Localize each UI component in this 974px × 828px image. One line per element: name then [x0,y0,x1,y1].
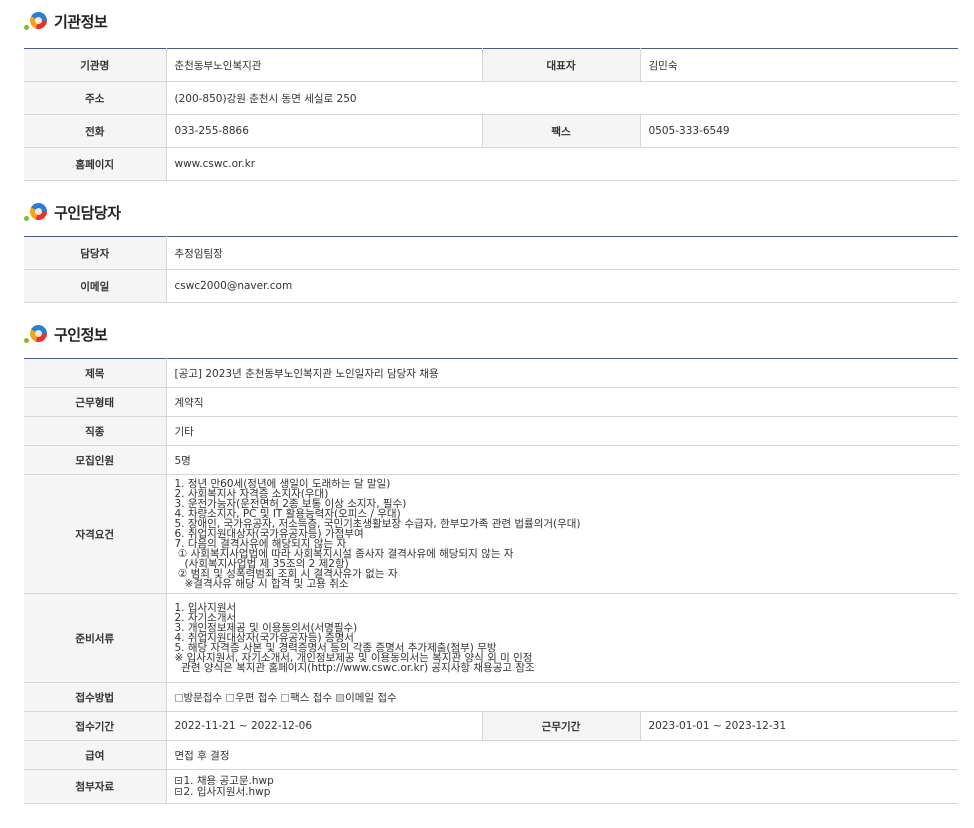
checkbox-unchecked-icon [281,693,290,702]
field-label: 전화 [24,114,166,148]
application-method-option: 이메일 접수 [336,690,397,705]
field-label: 자격요건 [24,474,166,594]
section-title-agency: 기관정보 [24,4,958,38]
field-label: 주소 [24,81,166,115]
agency-name-value: 춘천동부노인복지관 [165,48,482,82]
field-label: 모집인원 [24,445,166,475]
file-icon [174,787,182,795]
table-row: 접수기간 2022-11-21 ~ 2022-12-06 근무기간 2023-0… [24,711,958,741]
field-label: 담당자 [24,236,166,270]
salary-value: 면접 후 결정 [165,740,958,770]
employment-type-value: 계약직 [165,387,958,417]
field-label: 접수방법 [24,682,166,712]
fax-value: 0505-333-6549 [639,114,958,148]
section-heading: 구인담당자 [54,203,121,222]
recruit-detail-page: 기관정보 기관명 춘천동부노인복지관 대표자 김민숙 주소 (200-850)강… [0,4,974,828]
attachment-link[interactable]: 2. 입사지원서.hwp [174,785,959,798]
field-label: 급여 [24,740,166,770]
table-row: 준비서류 1. 입사지원서 2. 자기소개서 3. 개인정보제공 및 이용동의서… [24,593,958,683]
table-row: 홈페이지 www.cswc.or.kr [24,147,958,181]
table-row: 직종 기타 [24,416,958,446]
table-row: 주소 (200-850)강원 춘천시 동면 세실로 250 [24,81,958,115]
table-row: 담당자 추정임팀장 [24,236,958,270]
homepage-value: www.cswc.or.kr [165,147,958,181]
attachment-filename: 2. 입사지원서.hwp [183,785,271,798]
field-label: 근무형태 [24,387,166,417]
manager-name-value: 추정임팀장 [165,236,958,270]
application-method-label: 팩스 접수 [290,691,333,704]
email-value: cswc2000@naver.com [165,269,958,303]
qualifications-value: 1. 정년 만60세(정년에 생일이 도래하는 달 말일) 2. 사회복지사 자… [165,474,958,594]
manager-info-table: 담당자 추정임팀장 이메일 cswc2000@naver.com [24,236,958,303]
field-label: 이메일 [24,269,166,303]
field-label: 대표자 [481,48,640,82]
attachments-list: 1. 채용 공고문.hwp 2. 입사지원서.hwp [165,769,959,804]
checkbox-checked-icon [336,693,345,702]
section-heading: 기관정보 [54,12,108,31]
application-methods: 방문접수 우편 접수 팩스 접수 이메일 접수 [165,682,958,712]
address-value: (200-850)강원 춘천시 동면 세실로 250 [165,81,958,115]
field-label: 접수기간 [24,711,166,741]
headcount-value: 5명 [165,445,958,475]
section-title-manager: 구인담당자 [24,195,958,229]
section-bullet-icon [24,323,50,345]
field-label: 근무기간 [481,711,640,741]
table-row: 근무형태 계약직 [24,387,958,417]
application-method-label: 우편 접수 [235,691,278,704]
table-row: 급여 면접 후 결정 [24,740,958,770]
required-documents-value: 1. 입사지원서 2. 자기소개서 3. 개인정보제공 및 이용동의서(서명필수… [165,593,958,683]
agency-info-table: 기관명 춘천동부노인복지관 대표자 김민숙 주소 (200-850)강원 춘천시… [24,48,958,181]
table-row: 자격요건 1. 정년 만60세(정년에 생일이 도래하는 달 말일) 2. 사회… [24,474,958,594]
work-period-value: 2023-01-01 ~ 2023-12-31 [639,711,958,741]
job-info-table: 제목 [공고] 2023년 춘천동부노인복지관 노인일자리 담당자 채용 근무형… [24,358,958,804]
application-method-option: 팩스 접수 [281,690,332,705]
table-row: 전화 033-255-8866 팩스 0505-333-6549 [24,114,958,148]
field-label: 팩스 [481,114,640,148]
application-method-option: 방문접수 [174,690,223,705]
table-row: 접수방법 방문접수 우편 접수 팩스 접수 이메일 접수 [24,682,958,712]
job-category-value: 기타 [165,416,958,446]
table-row: 첨부자료 1. 채용 공고문.hwp 2. 입사지원서.hwp [24,769,959,804]
application-period-value: 2022-11-21 ~ 2022-12-06 [165,711,482,741]
section-title-job: 구인정보 [24,317,958,351]
checkbox-unchecked-icon [226,693,235,702]
representative-value: 김민숙 [639,48,958,82]
phone-value: 033-255-8866 [165,114,482,148]
job-title-value: [공고] 2023년 춘천동부노인복지관 노인일자리 담당자 채용 [165,358,958,388]
field-label: 제목 [24,358,166,388]
field-label: 준비서류 [24,593,166,683]
field-label: 직종 [24,416,166,446]
attachment-link[interactable]: 1. 채용 공고문.hwp [174,775,959,787]
field-label: 홈페이지 [24,147,166,181]
checkbox-unchecked-icon [174,693,183,702]
field-label: 기관명 [24,48,166,82]
table-row: 기관명 춘천동부노인복지관 대표자 김민숙 [24,48,958,82]
table-row: 이메일 cswc2000@naver.com [24,269,958,303]
field-label: 첨부자료 [24,769,166,804]
section-heading: 구인정보 [54,325,108,344]
section-bullet-icon [24,10,50,32]
application-method-option: 우편 접수 [226,690,277,705]
table-row: 모집인원 5명 [24,445,958,475]
file-icon [174,776,182,784]
application-method-label: 이메일 접수 [345,691,397,704]
table-row: 제목 [공고] 2023년 춘천동부노인복지관 노인일자리 담당자 채용 [24,358,958,388]
application-method-label: 방문접수 [183,691,223,704]
section-bullet-icon [24,201,50,223]
